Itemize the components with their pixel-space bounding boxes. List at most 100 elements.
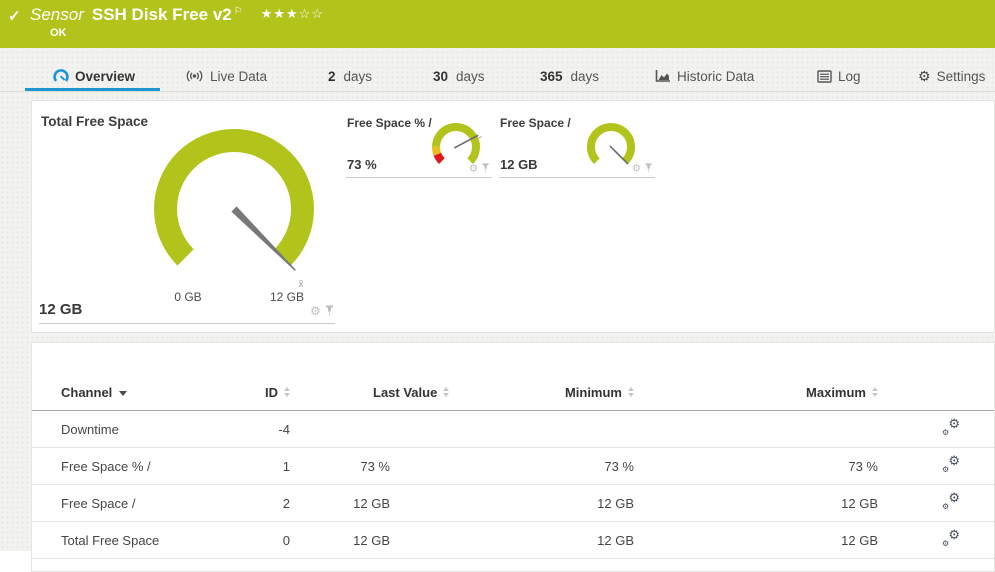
- gauge-divider: [39, 323, 335, 324]
- channel-settings-icon[interactable]: ⚙⚙: [942, 494, 960, 509]
- tab-historic-data[interactable]: Historic Data: [655, 66, 754, 86]
- gauge-settings-gear-icon[interactable]: ⚙: [469, 163, 478, 173]
- tab-30-days[interactable]: 30 days: [433, 66, 485, 86]
- gear-icon: ⚙: [948, 491, 960, 504]
- priority-stars[interactable]: ★★★☆☆: [261, 6, 324, 22]
- column-header-channel[interactable]: Channel: [32, 372, 230, 411]
- sensor-header: ✓ Sensor SSH Disk Free v2 ⚐ ★★★☆☆ OK: [0, 0, 995, 48]
- tab-settings-label: Settings: [937, 69, 986, 84]
- channel-id: 1: [230, 448, 290, 485]
- column-header-actions: [878, 372, 994, 411]
- gauge-free-space-pct-title: Free Space % /: [347, 116, 432, 130]
- column-header-last-value-label: Last Value: [373, 385, 437, 400]
- tab-365-days-label: days: [571, 69, 600, 84]
- log-list-icon: [817, 70, 832, 83]
- broadcast-icon: [185, 69, 204, 83]
- gauge-free-space-value: 12 GB: [500, 157, 538, 172]
- gauge-settings-gear-icon[interactable]: ⚙: [632, 163, 641, 173]
- channel-minimum: [390, 411, 634, 448]
- channel-minimum: 12 GB: [390, 522, 634, 559]
- gauge-free-space-pct-actions: ⚙: [469, 163, 489, 173]
- channel-minimum: 12 GB: [390, 485, 634, 522]
- tab-settings[interactable]: ⚙ Settings: [918, 66, 985, 86]
- status-ok-check-icon: ✓: [8, 7, 21, 25]
- channel-settings-icon[interactable]: ⚙⚙: [942, 420, 960, 435]
- channel-name: Free Space /: [32, 485, 230, 522]
- gauge-scale-min: 0 GB: [174, 290, 201, 304]
- stars-filled: ★★★: [261, 6, 299, 21]
- sort-arrows-icon: [284, 387, 290, 397]
- gear-icon: ⚙: [942, 429, 949, 437]
- flag-icon[interactable]: ⚐: [234, 6, 243, 17]
- table-row-free-space-pct: Free Space % / 1 73 % 73 % 73 % ⚙⚙: [32, 448, 994, 485]
- channel-maximum: [634, 411, 878, 448]
- gauge-free-space-pct-value: 73 %: [347, 157, 377, 172]
- channel-maximum: 12 GB: [634, 522, 878, 559]
- channel-settings-icon[interactable]: ⚙⚙: [942, 457, 960, 472]
- average-marker: x̄: [299, 279, 304, 290]
- main-gauge-title: Total Free Space: [41, 114, 148, 129]
- free-space-gauge[interactable]: [583, 121, 639, 177]
- sensor-kind-label: Sensor: [30, 5, 84, 25]
- pin-icon[interactable]: [325, 305, 334, 317]
- channel-maximum: 73 %: [634, 448, 878, 485]
- gear-icon: ⚙: [942, 503, 949, 511]
- prtg-sensor-page: ✓ Sensor SSH Disk Free v2 ⚐ ★★★☆☆ OK Ove…: [0, 0, 995, 551]
- gear-icon: ⚙: [948, 417, 960, 430]
- channel-id: 2: [230, 485, 290, 522]
- total-free-space-gauge[interactable]: x̄ 0 GB 12 GB: [144, 119, 329, 309]
- channel-last-value: 73 %: [290, 448, 390, 485]
- gauge-free-space-title: Free Space /: [500, 116, 571, 130]
- sort-caret-icon: [119, 391, 127, 396]
- channel-settings-icon[interactable]: ⚙⚙: [942, 531, 960, 546]
- gauge-settings-gear-icon[interactable]: ⚙: [310, 305, 321, 317]
- tab-overview[interactable]: Overview: [53, 66, 135, 86]
- channel-id: 0: [230, 522, 290, 559]
- column-header-last-value[interactable]: Last Value: [290, 372, 390, 411]
- table-header-row: Channel ID Last Value Minimum Maximum: [32, 372, 994, 411]
- channels-panel: Channel ID Last Value Minimum Maximum Do…: [31, 342, 995, 572]
- tab-live-data[interactable]: Live Data: [185, 66, 267, 86]
- tab-log-label: Log: [838, 69, 861, 84]
- pin-icon[interactable]: [645, 163, 653, 173]
- main-gauge-actions: ⚙: [310, 305, 334, 317]
- gear-icon: ⚙: [948, 454, 960, 467]
- gauge-icon: [53, 68, 69, 84]
- tab-live-data-label: Live Data: [210, 69, 267, 84]
- column-header-maximum[interactable]: Maximum: [634, 372, 878, 411]
- sort-arrows-icon: [872, 387, 878, 397]
- tab-historic-data-label: Historic Data: [677, 69, 754, 84]
- gear-icon: ⚙: [942, 466, 949, 474]
- column-header-id[interactable]: ID: [230, 372, 290, 411]
- channel-id: -4: [230, 411, 290, 448]
- channel-last-value: 12 GB: [290, 485, 390, 522]
- sensor-title-line: Sensor SSH Disk Free v2 ⚐ ★★★☆☆: [30, 5, 324, 25]
- gear-icon: ⚙: [918, 69, 931, 83]
- channels-table: Channel ID Last Value Minimum Maximum Do…: [32, 372, 994, 559]
- tab-2-days[interactable]: 2 days: [328, 66, 372, 86]
- tab-365-days[interactable]: 365 days: [540, 66, 599, 86]
- channel-name: Downtime: [32, 411, 230, 448]
- column-header-id-label: ID: [265, 385, 278, 400]
- table-row-downtime: Downtime -4 ⚙⚙: [32, 411, 994, 448]
- gauge-divider: [499, 177, 655, 178]
- channel-last-value: [290, 411, 390, 448]
- sensor-title: SSH Disk Free v2: [92, 5, 232, 25]
- gauge-free-space-actions: ⚙: [632, 163, 652, 173]
- tab-log[interactable]: Log: [817, 66, 861, 86]
- pin-icon[interactable]: [482, 163, 490, 173]
- tab-2-days-number: 2: [328, 69, 336, 84]
- gauge-scale-max: 12 GB: [270, 290, 304, 304]
- sensor-status-badge: OK: [50, 27, 67, 39]
- gauge-divider: [346, 177, 492, 178]
- column-header-minimum-label: Minimum: [565, 385, 622, 400]
- channel-name: Free Space % /: [32, 448, 230, 485]
- channel-maximum: 12 GB: [634, 485, 878, 522]
- table-row-total-free-space: Total Free Space 0 12 GB 12 GB 12 GB ⚙⚙: [32, 522, 994, 559]
- gear-icon: ⚙: [942, 540, 949, 548]
- tab-30-days-label: days: [456, 69, 485, 84]
- channel-minimum: 73 %: [390, 448, 634, 485]
- tab-365-days-number: 365: [540, 69, 563, 84]
- tab-bar-divider: [0, 91, 995, 92]
- tab-bar: Overview Live Data 2 days 30 days 365 da…: [0, 48, 995, 92]
